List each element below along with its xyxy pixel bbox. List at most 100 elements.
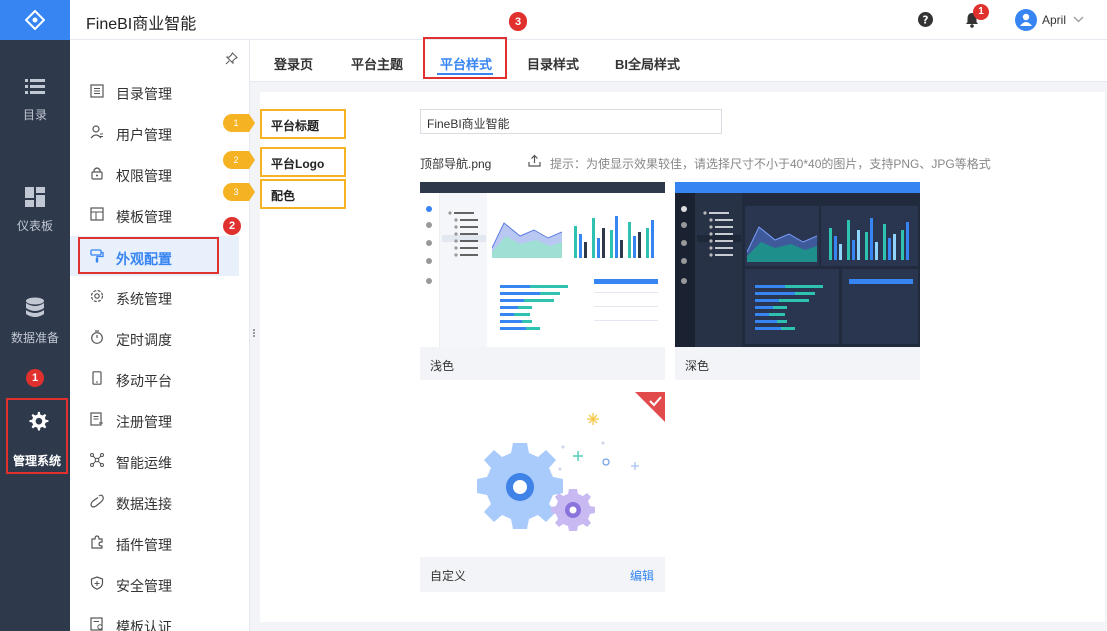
sidebar-item-label: 智能运维 [116, 455, 172, 471]
sidebar-item-catalog[interactable]: 目录管理 [70, 72, 240, 112]
callout-2: 2 [223, 151, 255, 169]
catalog-icon [90, 84, 104, 98]
theme-card-dark[interactable]: 深色 [675, 182, 920, 380]
sidebar-item-label: 外观配置 [116, 251, 172, 267]
sidebar-item-registration[interactable]: 注册管理 [70, 400, 240, 440]
certificate-icon [90, 617, 103, 631]
link-icon [90, 494, 104, 508]
sidebar-item-label: 定时调度 [116, 332, 172, 348]
label-color-scheme: 配色 [260, 179, 346, 209]
sidebar-item-label: 用户管理 [116, 127, 172, 143]
light-preview [420, 182, 665, 347]
sidebar-item-label: 模板认证 [116, 619, 172, 631]
rail-item-catalog[interactable]: 目录 [0, 78, 70, 123]
help-icon[interactable]: ? [918, 12, 933, 27]
sidebar-item-label: 安全管理 [116, 578, 172, 594]
settings-icon [90, 289, 104, 303]
pin-icon[interactable] [225, 52, 238, 65]
tab-platform-theme[interactable]: 平台主题 [351, 54, 403, 73]
sidebar-item-label: 插件管理 [116, 537, 172, 553]
label-platform-logo: 平台Logo [260, 147, 346, 177]
user-icon [1020, 13, 1032, 26]
resize-handle[interactable] [253, 328, 257, 342]
database-icon [26, 297, 44, 317]
area-chart-thumbnail [492, 222, 562, 258]
sidebar-item-schedule[interactable]: 定时调度 [70, 318, 240, 358]
tab-label: 平台样式 [440, 57, 493, 72]
theme-name: 深色 [685, 359, 710, 373]
tab-catalog-style[interactable]: 目录样式 [527, 54, 579, 73]
rail-label: 目录 [22, 108, 47, 122]
tree-lines-icon [448, 211, 478, 257]
gear-icon [29, 411, 49, 431]
sidebar-item-mobile[interactable]: 移动平台 [70, 359, 240, 399]
tab-platform-style[interactable]: 平台样式 [423, 37, 507, 79]
sidebar-item-appearance[interactable]: 外观配置 [78, 237, 219, 274]
bar-chart-thumbnail [574, 216, 654, 258]
logo-filename: 顶部导航.png [420, 157, 492, 171]
custom-preview [420, 392, 665, 557]
edit-custom-theme-button[interactable]: 编辑 [630, 567, 654, 584]
user-name[interactable]: April [1042, 13, 1066, 27]
lock-icon [91, 167, 103, 180]
sidebar-item-plugins[interactable]: 插件管理 [70, 523, 240, 563]
rail-label: 仪表板 [16, 219, 53, 233]
brush-icon [90, 249, 104, 263]
theme-card-custom[interactable]: 自定义 编辑 [420, 392, 665, 592]
sidebar-item-label: 数据连接 [116, 496, 172, 512]
logo-hint: 提示：为使显示效果较佳，请选择尺寸不小于40*40的图片，支持PNG、JPG等格… [550, 157, 991, 171]
admin-sidebar: 目录管理 用户管理 权限管理 模板管理 外观配置 2 系统管理 定时调度 移动平… [70, 40, 250, 631]
rail-label: 管理系统 [12, 454, 61, 468]
puzzle-icon [91, 535, 103, 549]
sidebar-item-templates[interactable]: 模板管理 [70, 195, 240, 235]
sidebar-item-label: 移动平台 [116, 373, 172, 389]
notification-badge: 1 [973, 4, 989, 20]
style-settings-panel: 1 平台标题 2 平台Logo 3 配色 FineBI商业智能 顶部导航.png… [223, 92, 1105, 622]
step-badge-3: 3 [509, 13, 527, 31]
sidebar-item-label: 目录管理 [116, 86, 172, 102]
rail-item-admin[interactable]: 管理系统 [6, 398, 68, 474]
label-platform-title: 平台标题 [260, 109, 346, 139]
sidebar-item-ops[interactable]: 智能运维 [70, 441, 240, 481]
user-manage-icon [90, 125, 103, 139]
sidebar-item-users[interactable]: 用户管理 [70, 113, 240, 153]
area-chart-thumbnail [747, 226, 817, 262]
logo-icon [25, 10, 45, 30]
theme-card-light[interactable]: 浅色 [420, 182, 665, 380]
callout-3: 3 [223, 183, 255, 201]
product-logo[interactable] [0, 0, 70, 40]
step-badge-1: 1 [26, 369, 44, 387]
shield-icon [90, 576, 104, 590]
theme-name: 浅色 [430, 359, 455, 373]
mobile-icon [92, 371, 102, 385]
tab-login-page[interactable]: 登录页 [274, 54, 313, 73]
app-title: FineBI商业智能 [86, 16, 197, 33]
sidebar-item-permissions[interactable]: 权限管理 [70, 154, 240, 194]
platform-title-input[interactable]: FineBI商业智能 [420, 109, 722, 134]
sidebar-item-label: 权限管理 [116, 168, 172, 184]
timer-icon [91, 330, 103, 344]
rail-item-dashboard[interactable]: 仪表板 [0, 187, 70, 234]
sidebar-item-system[interactable]: 系统管理 [70, 277, 240, 317]
sidebar-item-data-connection[interactable]: 数据连接 [70, 482, 240, 522]
sidebar-item-security[interactable]: 安全管理 [70, 564, 240, 604]
sidebar-item-label: 模板管理 [116, 209, 172, 225]
theme-name: 自定义 [430, 569, 467, 583]
rail-label: 数据准备 [10, 331, 59, 345]
sidebar-item-certification[interactable]: 模板认证 [70, 605, 240, 631]
rail-item-data-prep[interactable]: 数据准备 [0, 297, 70, 346]
left-rail: 目录 仪表板 数据准备 1 管理系统 [0, 0, 70, 631]
avatar[interactable] [1015, 9, 1037, 31]
dashboard-icon [25, 187, 45, 207]
tab-bi-global-style[interactable]: BI全局样式 [615, 54, 680, 73]
gears-illustration-icon [477, 413, 639, 531]
template-icon [90, 207, 104, 221]
upload-icon[interactable] [528, 154, 541, 167]
tab-bar: 登录页 平台主题 平台样式 目录样式 BI全局样式 [250, 12, 1107, 82]
bar-chart-thumbnail [829, 218, 909, 260]
chevron-down-icon[interactable] [1073, 16, 1084, 23]
tree-lines-icon [703, 211, 733, 257]
tab-active-indicator [437, 73, 493, 75]
register-icon [90, 412, 103, 426]
sidebar-item-label: 系统管理 [116, 291, 172, 307]
